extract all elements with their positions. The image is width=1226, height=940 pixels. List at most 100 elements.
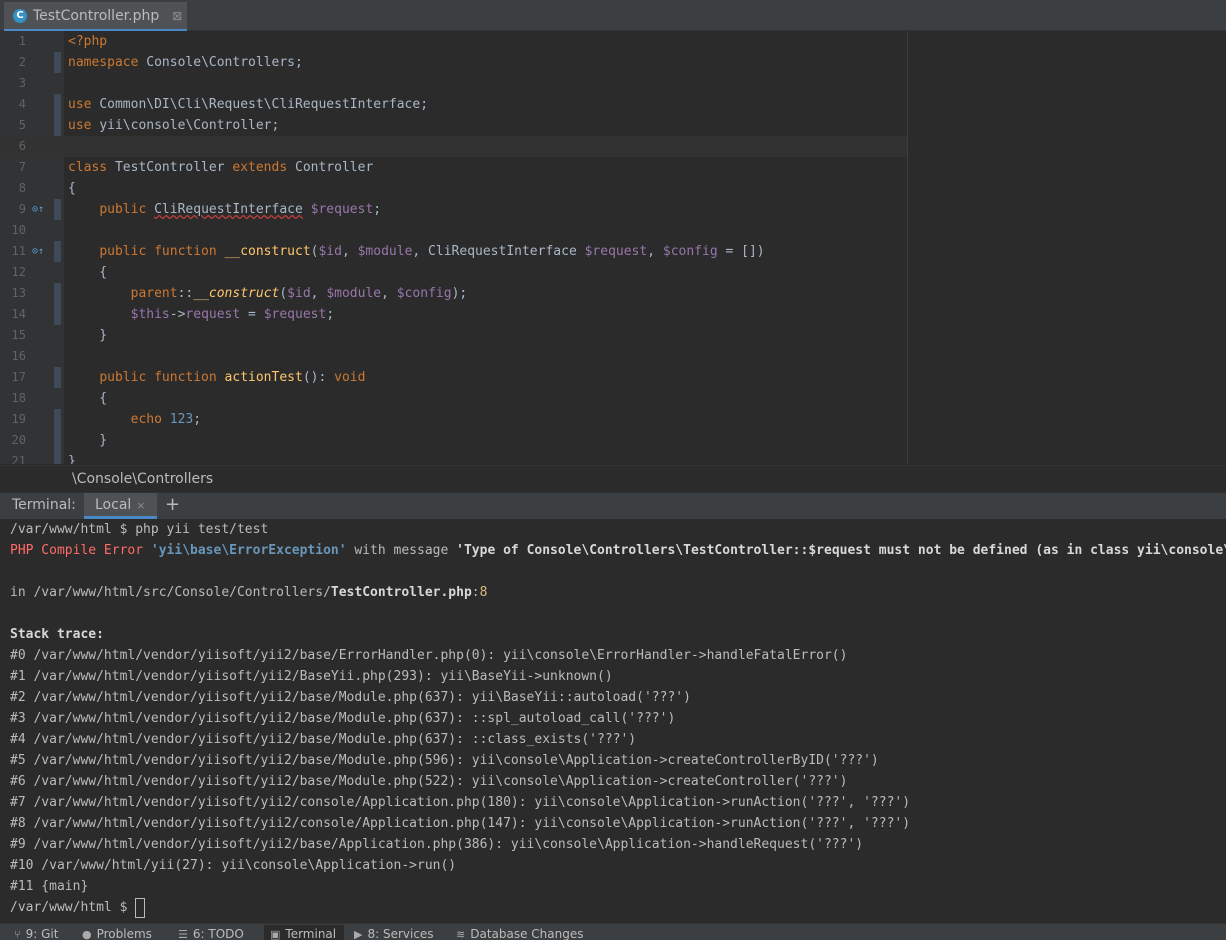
line-number: 19 [0, 409, 26, 430]
terminal-prompt: /var/www/html $ [10, 900, 135, 915]
code-line[interactable]: 9⊙↑ public CliRequestInterface $request; [0, 199, 907, 220]
code-token: public function [99, 244, 224, 259]
close-tab-icon[interactable]: ⊠ [172, 9, 182, 23]
code-text: use yii\console\Controller; [68, 115, 279, 136]
toolwindow-terminal[interactable]: ▣ Terminal [264, 925, 344, 940]
code-line[interactable]: 11⊙↑ public function __construct($id, $m… [0, 241, 907, 262]
code-token: , [647, 244, 663, 259]
toolwindow-database-changes[interactable]: ≋Database Changes [456, 927, 584, 940]
new-terminal-tab-button[interactable]: + [165, 494, 180, 515]
code-token: $module [358, 244, 413, 259]
stack-trace-line: #10 /var/www/html/yii(27): yii\console\A… [10, 855, 456, 876]
code-line[interactable]: 6 [0, 136, 907, 157]
line-number: 14 [0, 304, 26, 325]
terminal-prompt-line[interactable]: /var/www/html $ [10, 897, 145, 918]
line-number: 5 [0, 115, 26, 136]
code-token: __construct [225, 244, 311, 259]
terminal-title: Terminal: [12, 497, 76, 513]
code-line[interactable]: 13 parent::__construct($id, $module, $co… [0, 283, 907, 304]
code-text: <?php [68, 31, 107, 52]
code-text: echo 123; [68, 409, 201, 430]
code-line[interactable]: 16 [0, 346, 907, 367]
stack-trace-line: #1 /var/www/html/vendor/yiisoft/yii2/Bas… [10, 666, 613, 687]
terminal-output[interactable]: /var/www/html $ php yii test/test PHP Co… [0, 519, 1226, 923]
code-line[interactable]: 3 [0, 73, 907, 94]
code-line[interactable]: 21} [0, 451, 907, 464]
code-token [68, 244, 99, 259]
line-number: 20 [0, 430, 26, 451]
code-line[interactable]: 18 { [0, 388, 907, 409]
line-number: 18 [0, 388, 26, 409]
in-prefix: in /var/www/html/src/Console/Controllers… [10, 585, 331, 600]
error-prefix: PHP Compile Error [10, 543, 151, 558]
terminal-tab-local[interactable]: Local× [84, 493, 157, 519]
line-number: 6 [0, 136, 26, 157]
code-text: public function actionTest(): void [68, 367, 365, 388]
code-token: $config [663, 244, 718, 259]
change-marker [54, 115, 61, 136]
code-line[interactable]: 12 { [0, 262, 907, 283]
line-number: 7 [0, 157, 26, 178]
toolwindow-label: Database Changes [470, 927, 583, 940]
in-file-link[interactable]: TestController.php [331, 585, 472, 600]
code-text: public CliRequestInterface $request; [68, 199, 381, 220]
code-token: , [311, 286, 327, 301]
overrides-icon[interactable]: ⊙↑ [32, 241, 44, 262]
code-token: Console\Controllers; [146, 55, 303, 70]
line-number: 13 [0, 283, 26, 304]
line-number: 2 [0, 52, 26, 73]
code-line[interactable]: 15 } [0, 325, 907, 346]
breadcrumb[interactable]: \Console\Controllers [0, 465, 1226, 492]
code-token: namespace [68, 55, 146, 70]
code-line[interactable]: 20 } [0, 430, 907, 451]
code-token: } [68, 433, 107, 448]
change-marker [54, 94, 61, 115]
toolwindow-9-git[interactable]: ⑂9: Git [14, 927, 58, 940]
change-marker [54, 283, 61, 304]
toolwindow-problems[interactable]: ●Problems [82, 927, 152, 940]
toolwindow-6-todo[interactable]: ☰6: TODO [178, 927, 244, 940]
file-tab-label: TestController.php [33, 8, 159, 24]
code-token: $module [326, 286, 381, 301]
code-token: ; [193, 412, 201, 427]
right-margin-guide [907, 31, 908, 464]
code-line[interactable]: 2 namespace Console\Controllers; [0, 52, 907, 73]
code-token: = [240, 307, 263, 322]
overrides-icon[interactable]: ⊙↑ [32, 199, 44, 220]
code-line[interactable]: 17 public function actionTest(): void [0, 367, 907, 388]
code-line[interactable]: 10 [0, 220, 907, 241]
code-line[interactable]: 4use Common\DI\Cli\Request\CliRequestInt… [0, 94, 907, 115]
file-tab[interactable]: C TestController.php ⊠ [4, 2, 187, 32]
line-number: 8 [0, 178, 26, 199]
stack-trace-line: #8 /var/www/html/vendor/yiisoft/yii2/con… [10, 813, 910, 834]
line-number: 16 [0, 346, 26, 367]
code-line[interactable]: 8{ [0, 178, 907, 199]
close-terminal-tab-icon[interactable]: × [136, 499, 145, 512]
terminal-icon: ▣ [270, 928, 280, 940]
code-token: public function [99, 370, 224, 385]
code-line[interactable]: 19 echo 123; [0, 409, 907, 430]
stack-trace-line: #0 /var/www/html/vendor/yiisoft/yii2/bas… [10, 645, 847, 666]
breadcrumb-namespace[interactable]: \Console\Controllers [72, 466, 213, 492]
code-token: ; [326, 307, 334, 322]
line-number: 11 [0, 241, 26, 262]
code-token: $request [585, 244, 648, 259]
code-line[interactable]: 1<?php [0, 31, 907, 52]
code-editor[interactable]: 1<?php2 namespace Console\Controllers; 34u… [0, 31, 1226, 464]
code-token: } [68, 454, 76, 464]
code-token: :: [178, 286, 194, 301]
toolwindow-label: Terminal [285, 927, 336, 940]
code-token: void [334, 370, 365, 385]
code-token: __construct [193, 286, 279, 301]
code-token: { [68, 265, 107, 280]
code-text: } [68, 451, 76, 464]
code-token: , CliRequestInterface [412, 244, 584, 259]
problems-icon: ● [82, 928, 92, 940]
code-line[interactable]: 5 use yii\console\Controller; [0, 115, 907, 136]
change-marker [54, 304, 61, 325]
code-line[interactable]: 14 $this->request = $request; [0, 304, 907, 325]
toolwindow-8-services[interactable]: ▶8: Services [354, 927, 434, 940]
code-token: echo [131, 412, 170, 427]
code-token: $config [397, 286, 452, 301]
code-line[interactable]: 7class TestController extends Controller [0, 157, 907, 178]
